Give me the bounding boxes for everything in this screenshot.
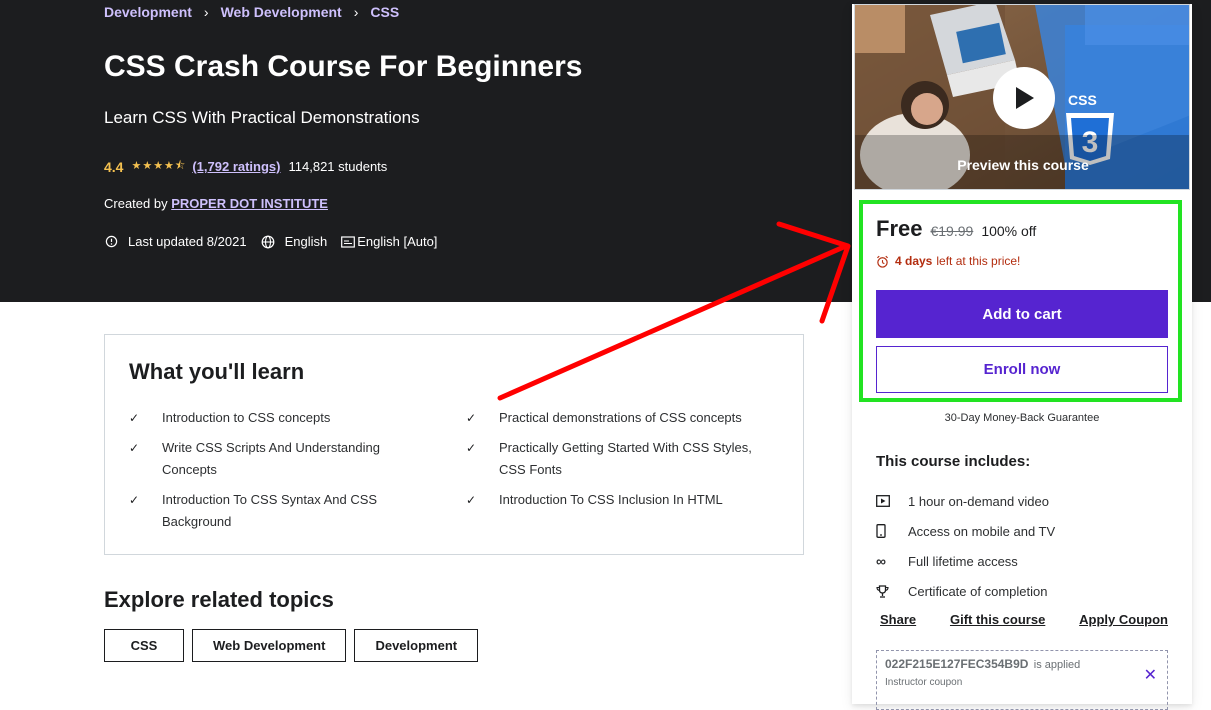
breadcrumb-development[interactable]: Development <box>104 4 192 20</box>
check-icon: ✓ <box>466 493 477 507</box>
learn-list: ✓ Introduction to CSS concepts ✓ Practical… <box>129 407 789 533</box>
related-topics-title: Explore related topics <box>104 587 334 612</box>
captions-icon <box>341 235 356 249</box>
infinity-icon: ∞ <box>876 553 886 569</box>
topic-web-development[interactable]: Web Development <box>192 629 347 662</box>
students-count: 114,821 students <box>288 159 388 174</box>
preview-label: Preview this course <box>957 157 1089 173</box>
chevron-right-icon: › <box>353 4 359 20</box>
include-item: 1 hour on-demand video <box>876 486 1176 516</box>
mobile-icon <box>876 524 908 538</box>
chevron-right-icon: › <box>203 4 209 20</box>
thumbnail-css-text: CSS <box>1068 92 1097 108</box>
check-icon: ✓ <box>466 411 477 425</box>
learn-item: ✓ Practically Getting Started With CSS St… <box>466 437 786 481</box>
coupon-type: Instructor coupon <box>885 677 963 688</box>
globe-icon <box>261 235 275 249</box>
created-by-label: Created by <box>104 196 168 211</box>
money-back-guarantee: 30-Day Money-Back Guarantee <box>944 412 1100 424</box>
language-text: English <box>284 234 328 249</box>
instructor-link[interactable]: PROPER DOT INSTITUTE <box>171 196 328 211</box>
last-updated-text: Last updated 8/2021 <box>128 234 247 249</box>
last-updated: Last updated 8/2021 <box>104 234 247 249</box>
check-icon: ✓ <box>129 441 140 455</box>
rating-row: 4.4 ★★★★⯪ (1,792 ratings) 114,821 studen… <box>104 157 387 176</box>
related-topics: CSS Web Development Development <box>104 629 479 662</box>
include-item: Certificate of completion <box>876 576 1176 606</box>
include-item: ∞ Full lifetime access <box>876 553 1018 569</box>
learn-item: ✓ Introduction To CSS Syntax And CSS Back… <box>129 489 466 533</box>
rating-value: 4.4 <box>104 158 124 175</box>
captions-text: English [Auto] <box>357 234 438 249</box>
learn-item: ✓ Introduction to CSS concepts <box>129 407 466 429</box>
coupon-code: 022F215E127FEC354B9D <box>885 657 1029 671</box>
alert-icon <box>104 235 118 249</box>
play-icon <box>1016 87 1034 109</box>
topic-development[interactable]: Development <box>354 629 479 662</box>
close-icon[interactable]: ✕ <box>1144 665 1157 685</box>
what-you-learn-box: What you'll learn ✓ Introduction to CSS c… <box>104 334 804 555</box>
applied-coupon: 022F215E127FEC354B9D is applied Instruct… <box>876 650 1168 710</box>
language: English <box>261 234 328 249</box>
video-icon <box>876 495 908 507</box>
star-rating-icon: ★★★★⯪ <box>131 160 187 172</box>
sidebar-links: Share Gift this course Apply Coupon <box>880 612 1168 627</box>
includes-title: This course includes: <box>876 453 1031 470</box>
ratings-link[interactable]: (1,792 ratings) <box>192 159 280 174</box>
learn-item: ✓ Introduction To CSS Inclusion In HTML <box>466 489 786 533</box>
captions: English [Auto] <box>341 234 437 249</box>
course-preview[interactable]: CSS 3 Preview this course <box>854 4 1190 190</box>
check-icon: ✓ <box>129 411 140 425</box>
include-item: Access on mobile and TV <box>876 516 1176 546</box>
course-title: CSS Crash Course For Beginners <box>104 50 583 83</box>
learn-title: What you'll learn <box>129 359 305 384</box>
coupon-applied-text: is applied <box>1033 659 1081 671</box>
breadcrumb-css[interactable]: CSS <box>370 4 399 20</box>
created-by: Created by PROPER DOT INSTITUTE <box>104 196 328 211</box>
includes-list: 1 hour on-demand video Access on mobile … <box>876 486 1176 606</box>
trophy-icon <box>876 584 908 598</box>
check-icon: ✓ <box>129 493 140 507</box>
breadcrumb-web-development[interactable]: Web Development <box>221 4 342 20</box>
gift-course-link[interactable]: Gift this course <box>950 612 1045 627</box>
share-link[interactable]: Share <box>880 612 916 627</box>
check-icon: ✓ <box>466 441 477 455</box>
breadcrumb: Development › Web Development › CSS <box>104 4 399 20</box>
learn-item: ✓ Write CSS Scripts And Understanding Con… <box>129 437 466 481</box>
annotation-highlight-box <box>859 200 1182 402</box>
learn-item: ✓ Practical demonstrations of CSS concept… <box>466 407 786 429</box>
topic-css[interactable]: CSS <box>104 629 184 662</box>
course-meta: Last updated 8/2021 English English [Aut… <box>104 234 451 249</box>
apply-coupon-link[interactable]: Apply Coupon <box>1079 612 1168 627</box>
course-subtitle: Learn CSS With Practical Demonstrations <box>104 108 420 127</box>
play-button[interactable] <box>993 67 1055 129</box>
